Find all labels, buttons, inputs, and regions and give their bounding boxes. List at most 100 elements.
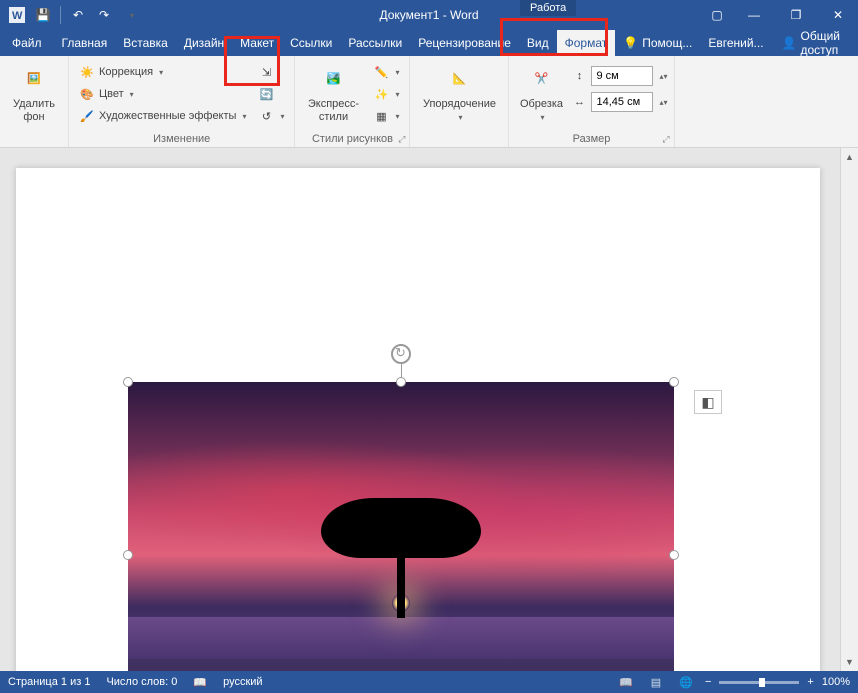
crop-button[interactable]: ✂️ Обрезка ▾ — [515, 58, 567, 123]
tab-layout[interactable]: Макет — [232, 30, 282, 56]
arrange-icon: 📐 — [443, 64, 475, 96]
restore-button[interactable]: ❐ — [776, 0, 816, 30]
save-icon[interactable]: 💾 — [32, 4, 54, 26]
crop-label: Обрезка — [520, 98, 563, 111]
group-size: ✂️ Обрезка▾ ↕ ▴▾ ↔ ▴▾ Размер ⤢ — [509, 56, 674, 147]
picture-border-button[interactable]: ✏️▾ — [369, 62, 403, 82]
color-button[interactable]: 🎨Цвет▾ — [75, 84, 250, 104]
tab-review[interactable]: Рецензирование — [410, 30, 519, 56]
tab-insert[interactable]: Вставка — [115, 30, 176, 56]
word-count[interactable]: Число слов: 0 — [106, 676, 177, 688]
spinner-icon[interactable]: ▴▾ — [659, 72, 667, 81]
tab-design[interactable]: Дизайн — [176, 30, 232, 56]
ribbon-tabs: Файл Главная Вставка Дизайн Макет Ссылки… — [0, 30, 858, 56]
page-indicator[interactable]: Страница 1 из 1 — [8, 676, 90, 688]
status-bar: Страница 1 из 1 Число слов: 0 📖 русский … — [0, 671, 858, 693]
zoom-thumb[interactable] — [759, 678, 765, 687]
dialog-launcher-size[interactable]: ⤢ — [662, 134, 669, 145]
zoom-in-button[interactable]: + — [807, 676, 813, 688]
resize-handle-tl[interactable] — [123, 377, 133, 387]
user-name[interactable]: Евгений... — [700, 36, 771, 50]
tab-references[interactable]: Ссылки — [282, 30, 340, 56]
reset-picture-button[interactable]: ↺▾ — [254, 106, 288, 126]
tab-view[interactable]: Вид — [519, 30, 557, 56]
effects-icon: 🖌️ — [79, 108, 95, 124]
chevron-down-icon: ▾ — [395, 112, 399, 121]
chevron-down-icon: ▾ — [395, 90, 399, 99]
layout-options-button[interactable]: ◧ — [694, 390, 722, 414]
title-bar: W 💾 ↶ ↷ ▾ Документ1 - Word Работа ▢ — ❐ … — [0, 0, 858, 30]
chevron-down-icon: ▾ — [280, 112, 284, 121]
height-icon: ↕ — [571, 68, 587, 84]
pic-layout-icon: ▦ — [373, 108, 389, 124]
remove-bg-icon: 🖼️ — [18, 64, 50, 96]
web-layout-icon[interactable]: 🌐 — [675, 673, 697, 691]
pic-effects-icon: ✨ — [373, 86, 389, 102]
redo-icon[interactable]: ↷ — [93, 4, 115, 26]
image-content — [128, 382, 674, 671]
corrections-label: Коррекция — [99, 66, 153, 78]
picture-styles-button[interactable]: 🏞️ Экспресс-стили — [301, 58, 365, 124]
artistic-label: Художественные эффекты — [99, 110, 236, 122]
file-tab[interactable]: Файл — [0, 30, 54, 56]
styles-label: Экспресс-стили — [301, 98, 365, 124]
quick-access-toolbar: W 💾 ↶ ↷ ▾ — [0, 4, 149, 26]
print-layout-icon[interactable]: ▤ — [645, 673, 667, 691]
share-label: Общий доступ — [800, 29, 848, 57]
close-button[interactable]: ✕ — [818, 0, 858, 30]
word-icon[interactable]: W — [6, 4, 28, 26]
resize-handle-ml[interactable] — [123, 550, 133, 560]
crop-icon: ✂️ — [525, 64, 557, 96]
selected-image[interactable] — [128, 382, 674, 671]
dialog-launcher-styles[interactable]: ⤢ — [398, 134, 405, 145]
tell-me-search[interactable]: 💡Помощ... — [615, 36, 700, 50]
compress-icon: ⇲ — [258, 64, 274, 80]
scroll-up-icon[interactable]: ▲ — [841, 148, 858, 166]
change-picture-icon: 🔄 — [258, 86, 274, 102]
chevron-down-icon: ▾ — [130, 90, 134, 99]
rotate-handle[interactable] — [391, 344, 411, 364]
group-label-size: Размер — [515, 133, 667, 147]
remove-background-button[interactable]: 🖼️ Удалить фон — [6, 58, 62, 124]
svg-text:W: W — [12, 10, 23, 22]
ribbon: 🖼️ Удалить фон ☀️ Коррекция ▾ 🎨Цвет▾ 🖌️ Худ… — [0, 56, 858, 148]
tab-home[interactable]: Главная — [54, 30, 116, 56]
undo-icon[interactable]: ↶ — [67, 4, 89, 26]
resize-handle-mr[interactable] — [669, 550, 679, 560]
artistic-effects-button[interactable]: 🖌️Художественные эффекты▾ — [75, 106, 250, 126]
height-input[interactable] — [591, 66, 653, 86]
zoom-level[interactable]: 100% — [822, 676, 850, 688]
group-adjust: ☀️ Коррекция ▾ 🎨Цвет▾ 🖌️ Художественные эфф… — [69, 56, 295, 147]
brightness-icon: ☀️ — [79, 64, 95, 80]
share-button[interactable]: 👤Общий доступ — [772, 29, 858, 57]
tab-mailings[interactable]: Рассылки — [340, 30, 410, 56]
proofing-icon[interactable]: 📖 — [193, 676, 207, 689]
vertical-scrollbar[interactable]: ▲ ▼ — [840, 148, 858, 671]
width-input[interactable] — [591, 92, 653, 112]
share-icon: 👤 — [782, 36, 797, 50]
spinner-icon[interactable]: ▴▾ — [659, 98, 667, 107]
resize-handle-tm[interactable] — [396, 377, 406, 387]
read-mode-icon[interactable]: 📖 — [615, 673, 637, 691]
qat-customize-icon[interactable]: ▾ — [121, 4, 143, 26]
tab-format[interactable]: Формат — [557, 30, 616, 56]
minimize-button[interactable]: — — [734, 0, 774, 30]
language-indicator[interactable]: русский — [223, 676, 262, 688]
ribbon-options-icon[interactable]: ▢ — [702, 0, 732, 30]
group-label-adjust: Изменение — [75, 133, 288, 147]
corrections-button[interactable]: ☀️Коррекция▾ — [75, 62, 250, 82]
group-label-styles: Стили рисунков — [301, 133, 403, 147]
arrange-button[interactable]: 📐 Упорядочение▾ — [416, 58, 502, 123]
picture-layout-button[interactable]: ▦▾ — [369, 106, 403, 126]
picture-effects-button[interactable]: ✨▾ — [369, 84, 403, 104]
compress-pictures-button[interactable]: ⇲ — [254, 62, 288, 82]
document-area[interactable]: ◧ ▲ ▼ — [0, 148, 858, 671]
zoom-slider[interactable] — [719, 681, 799, 684]
chevron-down-icon: ▾ — [540, 113, 544, 123]
height-input-row: ↕ ▴▾ — [571, 66, 667, 86]
resize-handle-tr[interactable] — [669, 377, 679, 387]
zoom-out-button[interactable]: − — [705, 676, 711, 688]
scroll-down-icon[interactable]: ▼ — [841, 653, 858, 671]
styles-icon: 🏞️ — [317, 64, 349, 96]
change-picture-button[interactable]: 🔄 — [254, 84, 288, 104]
